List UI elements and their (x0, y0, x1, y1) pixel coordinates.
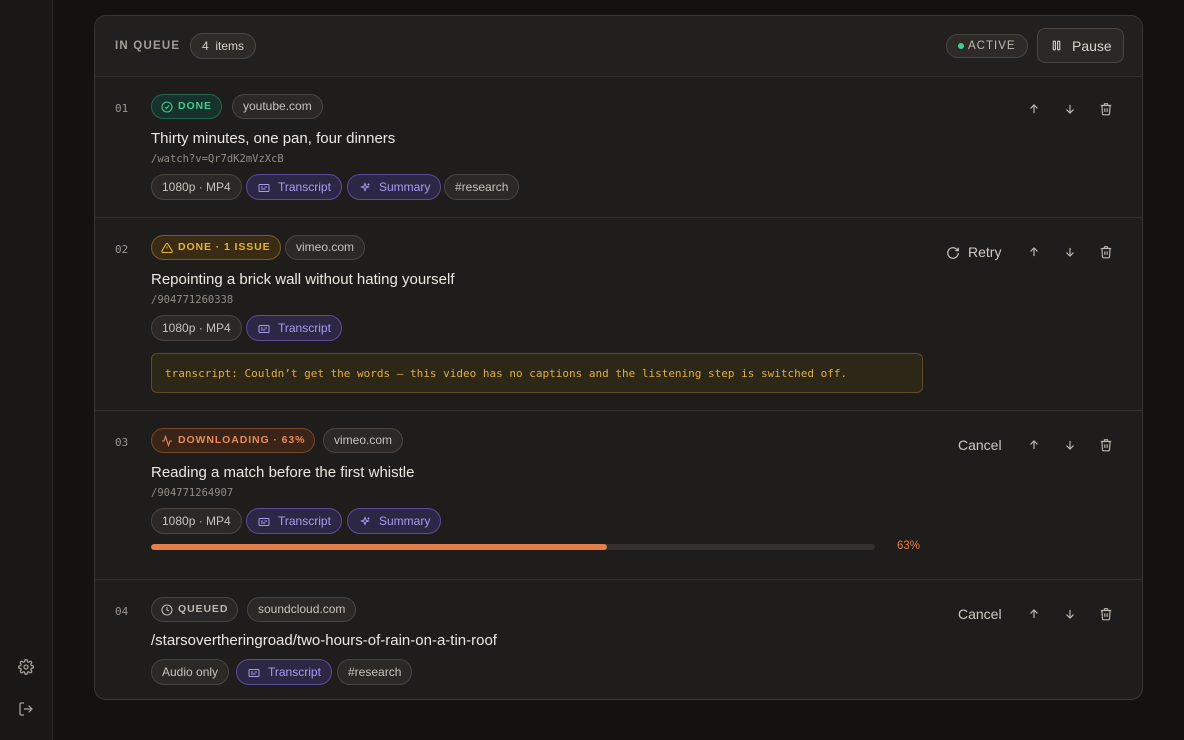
status-badge: DONE · 1 ISSUE (151, 235, 281, 260)
queue-row: 03 DOWNLOADING · 63% vimeo.com Reading a… (95, 411, 1142, 580)
transcript-chip: Transcript (246, 508, 342, 534)
error-message: transcript: Couldn’t get the words — thi… (151, 353, 923, 393)
item-title: Thirty minutes, one pan, four dinners (151, 130, 396, 147)
active-status-badge: ACTIVE (946, 34, 1028, 58)
trash-icon (1100, 246, 1112, 259)
move-down-button[interactable] (1060, 604, 1080, 624)
move-down-button[interactable] (1060, 242, 1080, 262)
progress-percent: 63% (897, 540, 921, 552)
delete-button[interactable] (1096, 604, 1116, 624)
delete-button[interactable] (1096, 242, 1116, 262)
arrow-up-icon (1030, 247, 1038, 257)
item-title: /starsovertheringroad/two-hours-of-rain-… (151, 632, 497, 649)
row-number: 04 (115, 605, 129, 618)
pause-icon (1052, 40, 1061, 51)
domain-badge: soundcloud.com (247, 597, 357, 622)
queue-panel: IN QUEUE 4 items ACTIVE Pause 01 DONE yo… (94, 15, 1143, 700)
trash-icon (1100, 103, 1112, 116)
summary-chip: Summary (347, 174, 442, 200)
pause-button[interactable]: Pause (1037, 28, 1124, 63)
cancel-button[interactable]: Cancel (958, 606, 1002, 622)
delete-button[interactable] (1096, 435, 1116, 455)
item-title: Reading a match before the first whistle (151, 464, 415, 481)
format-chip: Audio only (151, 659, 230, 685)
cancel-button[interactable]: Cancel (958, 437, 1002, 453)
item-count-badge: 4 items (190, 33, 257, 59)
item-path: /904771260338 (151, 294, 234, 306)
check-circle-icon (161, 101, 173, 113)
item-path: /904771264907 (151, 487, 234, 499)
progress-bar (151, 544, 875, 550)
retry-button[interactable]: Retry (946, 244, 1001, 260)
status-badge: DONE (151, 94, 222, 119)
move-up-button[interactable] (1024, 99, 1044, 119)
arrow-down-icon (1066, 247, 1074, 257)
arrow-down-icon (1066, 104, 1074, 114)
move-up-button[interactable] (1024, 242, 1044, 262)
queue-title: IN QUEUE (115, 40, 181, 52)
trash-icon (1100, 608, 1112, 621)
row-number: 03 (115, 436, 129, 449)
active-dot-icon (958, 43, 964, 49)
progress-fill (151, 544, 608, 550)
captions-icon (258, 518, 270, 526)
domain-badge: vimeo.com (285, 235, 366, 260)
refresh-icon (947, 247, 959, 259)
move-up-button[interactable] (1024, 435, 1044, 455)
summary-chip: Summary (347, 508, 442, 534)
item-path: /watch?v=Qr7dK2mVzXcB (151, 153, 284, 165)
delete-button[interactable] (1096, 99, 1116, 119)
tag-chip: #research (444, 174, 520, 200)
move-up-button[interactable] (1024, 604, 1044, 624)
sidebar (0, 0, 53, 740)
logout-icon[interactable] (16, 699, 36, 719)
format-chip: 1080p · MP4 (151, 174, 242, 200)
queue-row: 01 DONE youtube.com Thirty minutes, one … (95, 77, 1142, 218)
arrow-up-icon (1030, 609, 1038, 619)
move-down-button[interactable] (1060, 99, 1080, 119)
gear-icon[interactable] (16, 657, 36, 677)
domain-badge: vimeo.com (323, 428, 404, 453)
trash-icon (1100, 439, 1112, 452)
domain-badge: youtube.com (232, 94, 323, 119)
pause-button-label: Pause (1072, 37, 1112, 54)
captions-icon (258, 325, 270, 333)
activity-icon (162, 435, 172, 447)
captions-icon (258, 184, 270, 192)
status-badge: QUEUED (151, 597, 239, 622)
warning-triangle-icon (161, 242, 173, 254)
format-chip: 1080p · MP4 (151, 508, 242, 534)
arrow-down-icon (1066, 440, 1074, 450)
sparkles-icon (360, 516, 370, 526)
item-title: Repointing a brick wall without hating y… (151, 271, 455, 288)
queue-row: 04 QUEUED soundcloud.com /starsovertheri… (95, 580, 1142, 699)
queue-header: IN QUEUE 4 items ACTIVE Pause (95, 16, 1142, 77)
transcript-chip: Transcript (246, 174, 342, 200)
arrow-up-icon (1030, 104, 1038, 114)
sparkles-icon (360, 182, 370, 192)
arrow-down-icon (1066, 609, 1074, 619)
arrow-up-icon (1030, 440, 1038, 450)
transcript-chip: Transcript (246, 315, 342, 341)
row-number: 02 (115, 243, 129, 256)
row-number: 01 (115, 102, 129, 115)
captions-icon (248, 669, 260, 677)
queue-row: 02 DONE · 1 ISSUE vimeo.com Repointing a… (95, 218, 1142, 411)
status-badge: DOWNLOADING · 63% (151, 428, 316, 453)
format-chip: 1080p · MP4 (151, 315, 242, 341)
tag-chip: #research (337, 659, 413, 685)
clock-icon (161, 604, 173, 616)
transcript-chip: Transcript (236, 659, 332, 685)
move-down-button[interactable] (1060, 435, 1080, 455)
